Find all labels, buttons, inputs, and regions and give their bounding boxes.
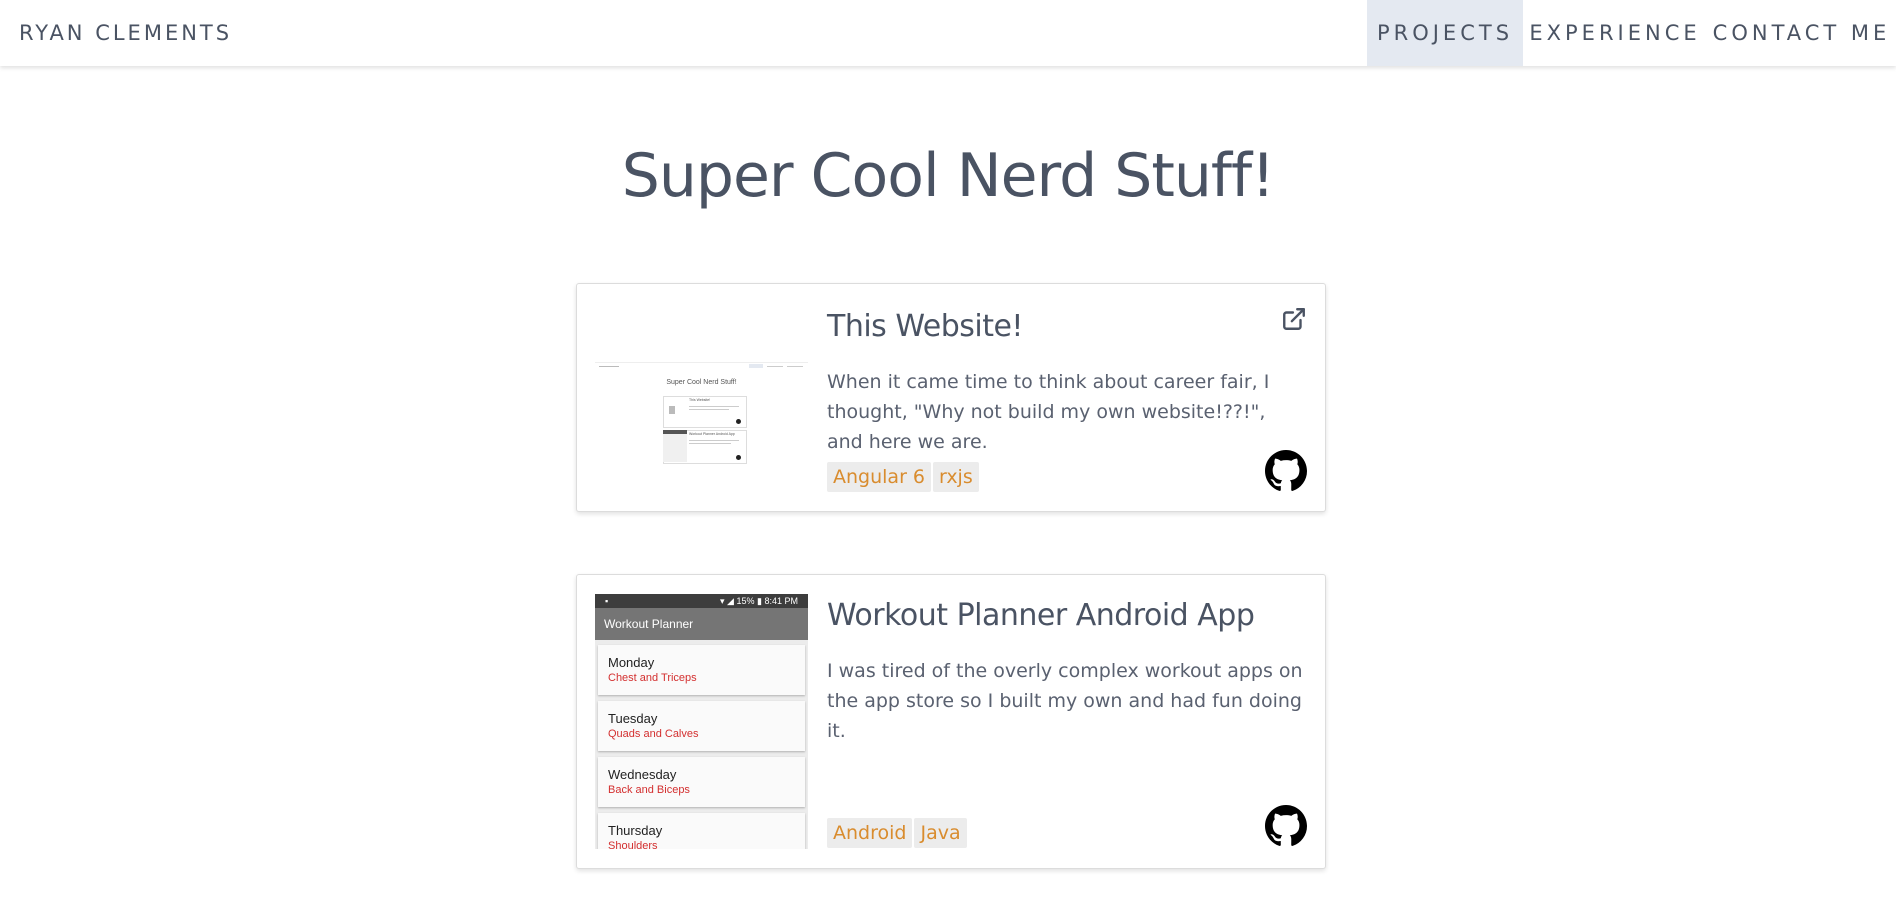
thumbnail-title: Super Cool Nerd Stuff! — [666, 379, 737, 386]
tag: rxjs — [933, 462, 979, 492]
tag: Java — [914, 818, 967, 848]
project-card: Super Cool Nerd Stuff! This Website! Wor… — [576, 283, 1326, 512]
day-item: Thursday Shoulders — [598, 813, 805, 849]
status-time: 8:41 PM — [764, 596, 798, 606]
project-description: When it came time to think about career … — [827, 371, 1270, 453]
app-toolbar: Workout Planner — [595, 608, 808, 640]
app-title: Workout Planner — [604, 617, 694, 631]
nav-contact-me[interactable]: CONTACT ME — [1707, 0, 1896, 66]
battery-level: 15% — [736, 596, 755, 606]
day-item: Monday Chest and Triceps — [598, 645, 805, 695]
thumbnail-card-title-2: Workout Planner Android App — [689, 432, 735, 436]
github-icon[interactable] — [1265, 450, 1307, 492]
top-navbar: RYAN CLEMENTS PROJECTS EXPERIENCE CONTAC… — [0, 0, 1896, 66]
day-name: Wednesday — [608, 767, 677, 782]
android-app-screenshot: ▪ ▾ ◢ 15% ▮ 8:41 PM Workout Planner Mond… — [595, 594, 808, 849]
website-screenshot: Super Cool Nerd Stuff! This Website! Wor… — [595, 302, 808, 475]
project-title: This Website! — [827, 309, 1023, 344]
nav-experience[interactable]: EXPERIENCE — [1523, 0, 1707, 66]
day-name: Thursday — [608, 823, 663, 838]
day-item: Wednesday Back and Biceps — [598, 757, 805, 807]
day-muscles: Back and Biceps — [608, 784, 690, 796]
thumbnail-card-title: This Website! — [689, 398, 711, 402]
nav-projects[interactable]: PROJECTS — [1367, 0, 1523, 66]
tag: Android — [827, 818, 913, 848]
day-name: Tuesday — [608, 711, 658, 726]
project-thumbnail: Super Cool Nerd Stuff! This Website! Wor… — [595, 302, 808, 475]
tag: Angular 6 — [827, 462, 932, 492]
page-title: Super Cool Nerd Stuff! — [621, 141, 1275, 211]
day-item: Tuesday Quads and Calves — [598, 701, 805, 751]
tag-list: Angular 6 rxjs — [827, 462, 981, 492]
github-icon[interactable] — [1265, 805, 1307, 847]
project-description: I was tired of the overly complex workou… — [827, 660, 1303, 742]
project-title: Workout Planner Android App — [827, 598, 1255, 633]
project-card: ▪ ▾ ◢ 15% ▮ 8:41 PM Workout Planner Mond… — [576, 574, 1326, 869]
project-thumbnail: ▪ ▾ ◢ 15% ▮ 8:41 PM Workout Planner Mond… — [595, 594, 808, 849]
day-muscles: Chest and Triceps — [608, 672, 697, 684]
external-link-icon[interactable] — [1281, 306, 1307, 332]
day-name: Monday — [608, 655, 655, 670]
brand-name[interactable]: RYAN CLEMENTS — [19, 0, 232, 66]
day-muscles: Shoulders — [608, 840, 658, 849]
day-muscles: Quads and Calves — [608, 728, 699, 740]
phone-status-bar: ▪ ▾ ◢ 15% ▮ 8:41 PM — [595, 594, 808, 608]
tag-list: Android Java — [827, 818, 969, 848]
